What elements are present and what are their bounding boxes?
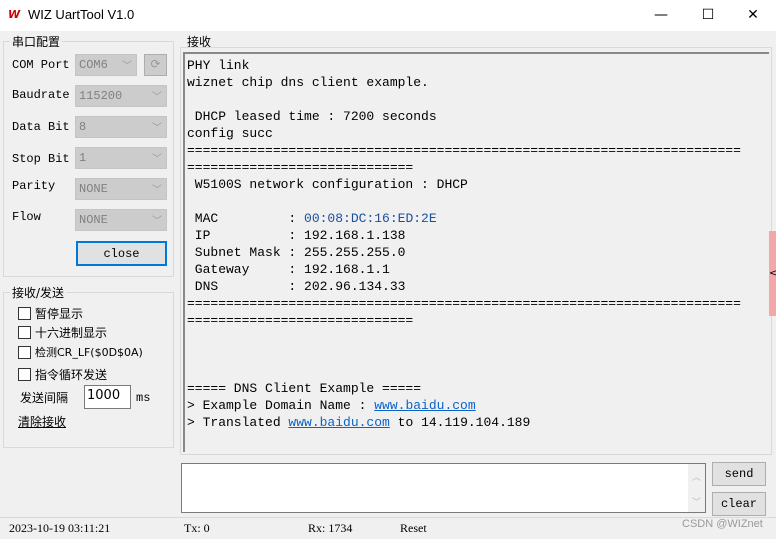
chevron-down-icon: ﹀ [152, 155, 162, 166]
config-row: Subnet Mask : 255.255.255.0 [187, 245, 406, 260]
data-bit-select[interactable]: 8 ﹀ [75, 116, 167, 138]
send-input[interactable]: ︿ ﹀ [181, 463, 706, 513]
chevron-down-icon: ﹀ [152, 124, 162, 135]
flow-label: Flow [12, 210, 41, 224]
status-tx: Tx: 0 [184, 521, 210, 535]
translated-domain-link[interactable]: www.baidu.com [288, 415, 389, 430]
interval-input[interactable]: 1000 [84, 385, 131, 409]
side-collapse-handle[interactable]: < [769, 231, 776, 316]
group-label: 串口配置 [10, 33, 63, 50]
chevron-down-icon: ﹀ [122, 62, 132, 73]
send-button[interactable]: send [712, 462, 766, 486]
receive-log[interactable]: PHY link wiznet chip dns client example. … [183, 52, 769, 452]
config-row: DNS : 202.96.134.33 [187, 279, 406, 294]
stop-bit-label: Stop Bit [12, 152, 70, 166]
interval-label: 发送间隔 [20, 391, 69, 405]
com-port-label: COM Port [12, 58, 70, 72]
config-row: MAC : 00:08:DC:16:ED:2E [187, 211, 437, 226]
clear-button[interactable]: clear [712, 492, 766, 516]
status-datetime: 2023-10-19 03:11:21 [9, 521, 111, 535]
send-input-scrollbar[interactable]: ︿ ﹀ [688, 464, 705, 512]
interval-unit: ms [136, 391, 151, 405]
close-window-button[interactable]: ✕ [730, 0, 776, 31]
group-label: 接收/发送 [10, 284, 67, 301]
com-port-select[interactable]: COM6 ﹀ [75, 54, 137, 76]
minimize-button[interactable]: — [638, 0, 684, 31]
status-rx: Rx: 1734 [308, 521, 353, 535]
stop-bit-select[interactable]: 1 ﹀ [75, 147, 167, 169]
chevron-down-icon: ﹀ [152, 186, 162, 197]
config-row: Gateway : 192.168.1.1 [187, 262, 390, 277]
chevron-down-icon: ﹀ [152, 93, 162, 104]
detect-crlf-checkbox[interactable]: 检测CR_LF($0D$0A) [18, 344, 143, 360]
baudrate-label: Baudrate [12, 88, 70, 102]
window-title: WIZ UartTool V1.0 [28, 7, 135, 22]
config-row: IP : 192.168.1.138 [187, 228, 406, 243]
maximize-button[interactable]: ☐ [685, 0, 731, 31]
chevron-down-icon: ﹀ [152, 217, 162, 228]
refresh-icon: ⟳ [150, 58, 161, 72]
parity-label: Parity [12, 179, 56, 193]
baudrate-select[interactable]: 115200 ﹀ [75, 85, 167, 107]
flow-select[interactable]: NONE ﹀ [75, 209, 167, 231]
statusbar-divider [0, 517, 776, 518]
hex-display-checkbox[interactable]: 十六进制显示 [18, 324, 107, 341]
reset-button[interactable]: Reset [400, 521, 427, 536]
data-bit-label: Data Bit [12, 120, 70, 134]
title-bar: W WIZ UartTool V1.0 — ☐ ✕ [0, 0, 776, 31]
watermark: CSDN @WIZnet [682, 518, 763, 530]
parity-select[interactable]: NONE ﹀ [75, 178, 167, 200]
domain-link[interactable]: www.baidu.com [374, 398, 475, 413]
loop-send-checkbox[interactable]: 指令循环发送 [18, 366, 107, 383]
clear-receive-link[interactable]: 清除接收 [18, 413, 66, 430]
refresh-button[interactable]: ⟳ [144, 54, 167, 76]
app-logo-icon: W [8, 8, 21, 21]
close-port-button[interactable]: close [76, 241, 167, 266]
pause-display-checkbox[interactable]: 暂停显示 [18, 305, 83, 322]
